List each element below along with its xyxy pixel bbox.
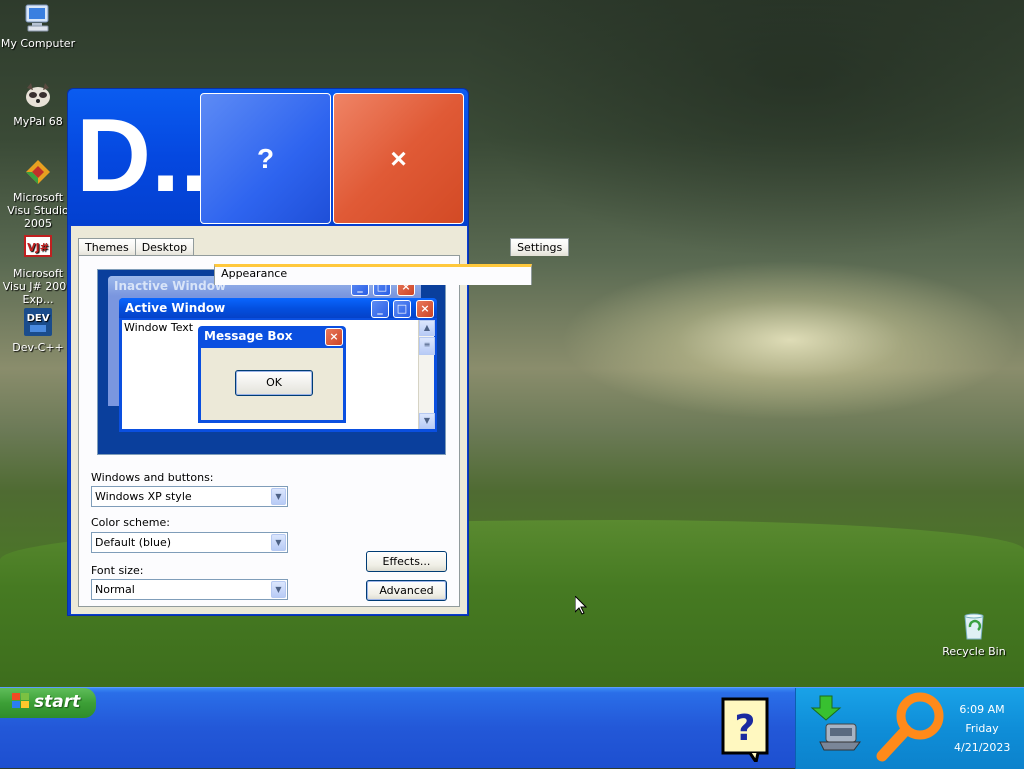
network-icon[interactable] — [810, 694, 864, 757]
appearance-panel: Inactive Window _ □ × Active Window _ □ … — [78, 255, 460, 607]
close-icon: × — [416, 300, 434, 318]
tab-desktop[interactable]: Desktop — [134, 238, 195, 256]
font-size-select[interactable]: Normal ▼ — [91, 579, 288, 600]
start-button[interactable]: start — [0, 688, 96, 718]
desktop-icon-visual-jsharp[interactable]: VJ# Microsoft Visu J# 2005 Exp... — [0, 232, 76, 306]
effects-button[interactable]: Effects... — [366, 551, 447, 572]
advanced-button[interactable]: Advanced — [366, 580, 447, 601]
window-text: Window Text — [124, 321, 194, 334]
close-button[interactable]: × — [333, 93, 464, 224]
raccoon-browser-icon — [22, 80, 54, 112]
desktop-icon-recycle-bin[interactable]: Recycle Bin — [936, 610, 1012, 658]
mouse-cursor-icon — [575, 596, 587, 615]
minimize-icon: _ — [371, 300, 389, 318]
clouds — [460, 0, 1024, 260]
desktop-icon-label: MyPal 68 — [13, 115, 63, 128]
window-client-area: Themes Desktop Appearance Settings Inact… — [71, 226, 570, 614]
tab-settings[interactable]: Settings — [510, 238, 570, 256]
taskbar: start ? 6:09 AM Friday 4/21/2023 — [0, 687, 1024, 769]
message-box-title: Message Box × — [198, 326, 346, 346]
desktop-icon-visual-studio[interactable]: Microsoft Visu Studio 2005 — [0, 156, 76, 230]
clock-time: 6:09 AM — [959, 703, 1005, 716]
clock-day: Friday — [965, 722, 999, 735]
dev-cpp-icon: DEV — [22, 306, 54, 338]
chevron-down-icon: ▼ — [271, 488, 286, 505]
scroll-down-icon: ▼ — [419, 413, 435, 429]
clock[interactable]: 6:09 AM Friday 4/21/2023 — [954, 700, 1010, 757]
windows-buttons-label: Windows and buttons: — [91, 471, 214, 484]
svg-text:?: ? — [735, 708, 756, 749]
scroll-up-icon: ▲ — [419, 320, 435, 336]
maximize-icon: □ — [393, 300, 411, 318]
desktop-icon-label: Microsoft Visu Studio 2005 — [7, 191, 69, 230]
message-box-preview: Message Box × OK — [198, 326, 346, 423]
tab-themes[interactable]: Themes — [78, 238, 136, 256]
computer-icon — [22, 2, 54, 34]
recycle-bin-icon — [958, 610, 990, 642]
svg-text:DEV: DEV — [27, 313, 50, 324]
ok-button: OK — [235, 370, 313, 396]
visual-studio-icon — [22, 156, 54, 188]
message-box-body: OK — [201, 348, 343, 420]
help-question-icon[interactable]: ? — [720, 696, 774, 766]
windows-buttons-select[interactable]: Windows XP style ▼ — [91, 486, 288, 507]
desktop-icon-label: Microsoft Visu J# 2005 Exp... — [2, 267, 74, 306]
jsharp-icon: VJ# — [22, 232, 54, 264]
chevron-down-icon: ▼ — [271, 534, 286, 551]
chevron-down-icon: ▼ — [271, 581, 286, 598]
desktop-icon-mypal[interactable]: MyPal 68 — [0, 80, 76, 128]
appearance-preview: Inactive Window _ □ × Active Window _ □ … — [97, 269, 446, 455]
tab-appearance[interactable]: Appearance — [214, 264, 533, 285]
tab-strip: Themes Desktop Appearance Settings — [78, 236, 570, 285]
desktop-icon-label: Dev-C++ — [12, 341, 64, 354]
clock-date: 4/21/2023 — [954, 741, 1011, 754]
close-icon: × — [325, 328, 343, 346]
help-button[interactable]: ? — [200, 93, 331, 224]
desktop-icon-label: My Computer — [0, 37, 76, 50]
display-properties-window: D.. ? × Themes Desktop Appearance Settin… — [67, 88, 570, 616]
svg-text:VJ#: VJ# — [27, 241, 49, 254]
search-icon[interactable] — [876, 692, 946, 765]
scroll-thumb: ≡ — [419, 337, 435, 355]
system-tray: 6:09 AM Friday 4/21/2023 — [795, 688, 1024, 769]
sky-glow — [560, 260, 1020, 420]
window-title: D.. — [76, 98, 209, 214]
windows-flag-icon — [12, 693, 30, 709]
font-size-label: Font size: — [91, 564, 144, 577]
active-window-title: Active Window _ □ × — [119, 298, 437, 318]
desktop-icon-dev-cpp[interactable]: DEV Dev-C++ — [0, 306, 76, 354]
desktop-icon-label: Recycle Bin — [942, 645, 1006, 658]
color-scheme-label: Color scheme: — [91, 516, 170, 529]
window-titlebar[interactable]: D.. ? × — [68, 89, 468, 225]
question-icon: ? — [256, 142, 275, 174]
color-scheme-select[interactable]: Default (blue) ▼ — [91, 532, 288, 553]
close-icon: × — [390, 142, 407, 174]
preview-scrollbar: ▲ ≡ ▼ — [418, 320, 435, 429]
desktop-icon-my-computer[interactable]: My Computer — [0, 2, 76, 50]
